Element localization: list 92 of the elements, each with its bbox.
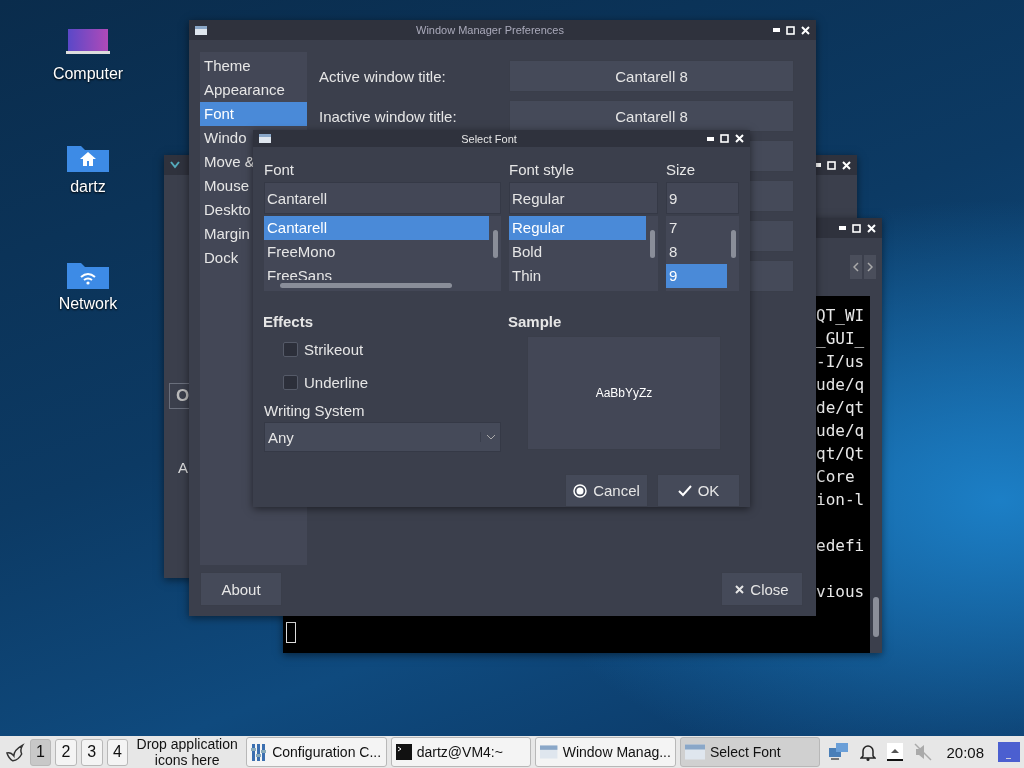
desktop-icon-label[interactable]: Network (58, 295, 118, 313)
checkbox-label[interactable]: Underline (304, 374, 369, 391)
terminal-line: ude/q (816, 420, 866, 442)
workspace-button[interactable]: 2 (55, 738, 77, 766)
ok-button[interactable]: OK (657, 474, 740, 507)
terminal-line: qt/Qt (816, 443, 866, 465)
maximize-icon[interactable] (720, 134, 729, 143)
window-icon (259, 134, 271, 143)
terminal-line: de/qt (816, 397, 866, 419)
desktop-icon-label[interactable]: dartz (70, 178, 106, 196)
maximize-icon[interactable] (852, 223, 861, 233)
input-field[interactable]: Regular (509, 182, 658, 214)
list-item[interactable]: FreeMono (264, 240, 489, 264)
list-item[interactable]: 9 (666, 264, 727, 288)
scrollbar-thumb[interactable] (730, 230, 736, 258)
list-item[interactable]: 8 (666, 240, 727, 264)
terminal-icon (395, 744, 412, 760)
eject-icon[interactable] (886, 742, 905, 762)
list-item[interactable]: Bold (509, 240, 646, 264)
bird-logo-icon[interactable] (4, 741, 26, 763)
scrollbar-thumb[interactable] (280, 283, 452, 288)
field-label: Inactive window title: (319, 107, 458, 125)
task-button[interactable]: Configuration C... (246, 737, 387, 767)
list-item[interactable]: Cantarell (264, 216, 489, 240)
window-icon (540, 743, 558, 761)
font-button[interactable]: Cantarell 8 (509, 60, 794, 92)
section-heading: Sample (508, 313, 563, 332)
scrollbar-thumb[interactable] (649, 230, 655, 258)
cancel-button[interactable]: Cancel (565, 474, 648, 507)
scroll-left-button[interactable] (850, 255, 862, 279)
checkmark-icon (677, 484, 692, 497)
input-field[interactable]: 9 (666, 182, 739, 214)
terminal-line: ion-l (816, 489, 866, 511)
clock[interactable]: 20:08 (946, 743, 984, 761)
sidebar-item[interactable]: Font (200, 102, 307, 126)
section-heading: Effects (263, 313, 315, 332)
scrollbar-thumb[interactable] (492, 230, 498, 258)
task-button[interactable]: Window Manag... (535, 737, 676, 767)
close-button[interactable]: Close (721, 572, 803, 606)
close-icon[interactable] (867, 223, 876, 233)
terminal-line: QT_WI (816, 305, 866, 327)
close-icon[interactable] (842, 160, 851, 170)
about-button[interactable]: About (200, 572, 282, 606)
sample-preview: AaBbYyZz (527, 336, 721, 450)
workspace-button[interactable]: 4 (106, 738, 129, 766)
close-icon[interactable] (735, 134, 744, 143)
dropdown[interactable]: Any (264, 422, 501, 452)
column-label: Size (666, 161, 697, 180)
terminal-line: ude/q (816, 374, 866, 396)
terminal-line: edefi (816, 535, 866, 557)
close-icon[interactable] (801, 25, 810, 35)
chevron-right-icon (867, 262, 873, 272)
app-icon (170, 161, 180, 169)
scroll-right-button[interactable] (864, 255, 876, 279)
scrollbar-thumb[interactable] (873, 597, 879, 637)
minimize-icon[interactable] (707, 136, 714, 141)
maximize-icon[interactable] (827, 160, 836, 170)
workspace-button[interactable]: 1 (29, 738, 52, 766)
window-title: Window Manager Preferences (415, 24, 565, 36)
workspace-button[interactable]: 3 (80, 738, 103, 766)
list-item[interactable]: Thin (509, 264, 646, 288)
list-item[interactable]: Regular (509, 216, 646, 240)
dialog-title: Select Font (460, 132, 518, 145)
text-cursor (286, 622, 296, 643)
field-label: Active window title: (319, 67, 447, 85)
checkbox-label[interactable]: Strikeout (304, 341, 364, 358)
settings-icon (251, 742, 268, 762)
close-icon (735, 584, 745, 594)
bell-icon[interactable] (860, 743, 877, 761)
window-icon (684, 743, 705, 761)
desktop-icon-label[interactable]: Computer (52, 65, 124, 83)
column-label: Font (264, 161, 295, 180)
sidebar-item[interactable]: Appearance (200, 78, 307, 102)
task-button[interactable]: Select Font (679, 737, 821, 767)
window-icon (195, 25, 207, 35)
drop-hint: Drop application icons here (135, 736, 239, 768)
cancel-icon (573, 483, 588, 498)
sidebar-item[interactable]: Theme (200, 54, 307, 78)
list-item[interactable]: 7 (666, 216, 727, 240)
font-button[interactable]: Cantarell 8 (509, 100, 794, 132)
task-button[interactable]: dartz@VM4:~ (390, 737, 532, 767)
checkbox[interactable] (283, 375, 298, 390)
maximize-icon[interactable] (786, 25, 795, 35)
checkbox[interactable] (283, 342, 298, 357)
terminal-line: _GUI_ (816, 328, 866, 350)
field-label: Writing System (264, 402, 366, 421)
terminal-line: -I/us (816, 351, 866, 373)
chevron-left-icon (853, 262, 859, 272)
terminal-line: vious (816, 581, 866, 603)
column-label: Font style (509, 161, 576, 180)
terminal-line: Core (816, 466, 856, 488)
input-field[interactable]: Cantarell (264, 182, 501, 214)
